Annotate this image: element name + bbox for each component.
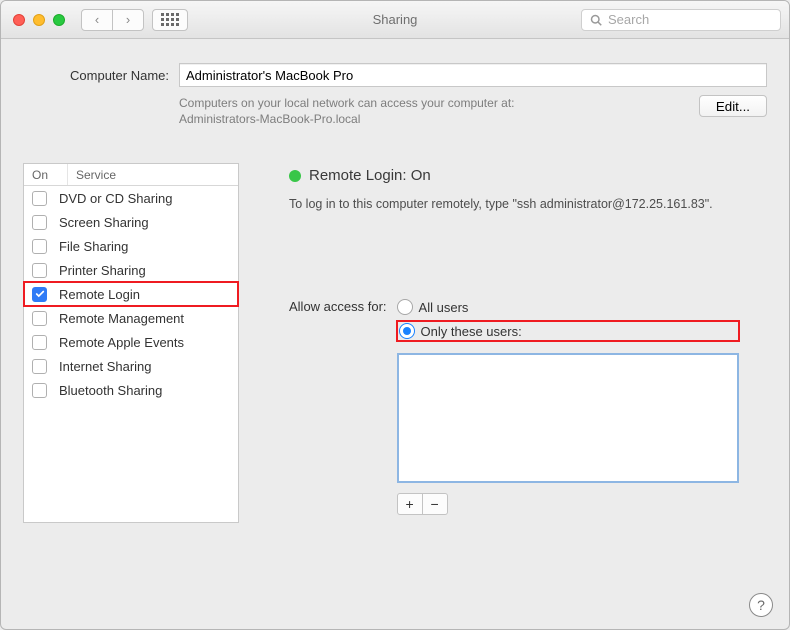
services-header: On Service (24, 164, 238, 186)
service-detail: Remote Login: On To log in to this compu… (243, 163, 767, 523)
service-name: File Sharing (59, 239, 128, 254)
body-columns: On Service DVD or CD Sharing Screen Shari… (23, 163, 767, 523)
access-radio-group: All users Only these users: + − (397, 299, 739, 515)
service-checkbox[interactable] (32, 383, 47, 398)
access-only-option[interactable]: Only these users: (397, 321, 739, 341)
service-row[interactable]: Remote Management (24, 306, 238, 330)
radio-icon (397, 299, 413, 315)
computer-name-input[interactable] (179, 63, 767, 87)
status-dot-icon (289, 170, 301, 182)
users-listbox[interactable] (397, 353, 739, 483)
service-row[interactable]: Remote Login (24, 282, 238, 306)
minimize-window-icon[interactable] (33, 14, 45, 26)
remove-user-button[interactable]: − (422, 493, 448, 515)
col-service: Service (68, 164, 238, 185)
service-checkbox[interactable] (32, 191, 47, 206)
help-button[interactable]: ? (749, 593, 773, 617)
service-checkbox[interactable] (32, 215, 47, 230)
radio-icon (399, 323, 415, 339)
forward-button[interactable]: › (112, 9, 144, 31)
service-name: Printer Sharing (59, 263, 146, 278)
access-only-label: Only these users: (421, 324, 522, 339)
service-row[interactable]: Bluetooth Sharing (24, 378, 238, 402)
service-checkbox[interactable] (32, 311, 47, 326)
service-row[interactable]: File Sharing (24, 234, 238, 258)
nav-back-forward: ‹ › (81, 9, 144, 31)
computer-name-row: Computer Name: (23, 63, 767, 87)
service-checkbox[interactable] (32, 239, 47, 254)
chevron-left-icon: ‹ (95, 12, 99, 27)
services-table: On Service DVD or CD Sharing Screen Shari… (23, 163, 239, 523)
titlebar: ‹ › Sharing Search (1, 1, 789, 39)
service-name: Remote Management (59, 311, 184, 326)
show-all-button[interactable] (152, 9, 188, 31)
access-all-option[interactable]: All users (397, 299, 739, 315)
close-window-icon[interactable] (13, 14, 25, 26)
service-row[interactable]: Remote Apple Events (24, 330, 238, 354)
service-name: Remote Apple Events (59, 335, 184, 350)
service-checkbox[interactable] (32, 287, 47, 302)
help-icon: ? (757, 597, 765, 613)
access-all-label: All users (419, 300, 469, 315)
search-placeholder: Search (608, 12, 649, 27)
content-area: Computer Name: Computers on your local n… (1, 39, 789, 629)
access-row: Allow access for: All users Only these u… (289, 299, 767, 515)
add-user-button[interactable]: + (397, 493, 423, 515)
col-on: On (24, 164, 68, 185)
hostname-hint-row: Computers on your local network can acce… (23, 95, 767, 127)
search-field[interactable]: Search (581, 9, 781, 31)
service-name: Screen Sharing (59, 215, 149, 230)
status-line: Remote Login: On (289, 167, 767, 184)
status-title: Remote Login: On (309, 167, 431, 184)
service-name: Internet Sharing (59, 359, 152, 374)
service-name: Bluetooth Sharing (59, 383, 162, 398)
service-name: DVD or CD Sharing (59, 191, 172, 206)
service-name: Remote Login (59, 287, 140, 302)
hostname-hint: Computers on your local network can acce… (179, 95, 514, 127)
service-checkbox[interactable] (32, 263, 47, 278)
service-row[interactable]: DVD or CD Sharing (24, 186, 238, 210)
sharing-prefpane: ‹ › Sharing Search Computer Name: (0, 0, 790, 630)
service-row[interactable]: Internet Sharing (24, 354, 238, 378)
service-row[interactable]: Printer Sharing (24, 258, 238, 282)
service-checkbox[interactable] (32, 359, 47, 374)
status-subtitle: To log in to this computer remotely, typ… (289, 196, 767, 213)
edit-hostname-button[interactable]: Edit... (699, 95, 767, 117)
window-controls (9, 14, 65, 26)
back-button[interactable]: ‹ (81, 9, 113, 31)
apps-grid-icon (161, 13, 179, 26)
computer-name-label: Computer Name: (23, 68, 169, 83)
service-checkbox[interactable] (32, 335, 47, 350)
user-add-remove: + − (397, 493, 739, 515)
access-label: Allow access for: (289, 299, 387, 314)
search-icon (590, 14, 602, 26)
service-row[interactable]: Screen Sharing (24, 210, 238, 234)
zoom-window-icon[interactable] (53, 14, 65, 26)
chevron-right-icon: › (126, 12, 130, 27)
